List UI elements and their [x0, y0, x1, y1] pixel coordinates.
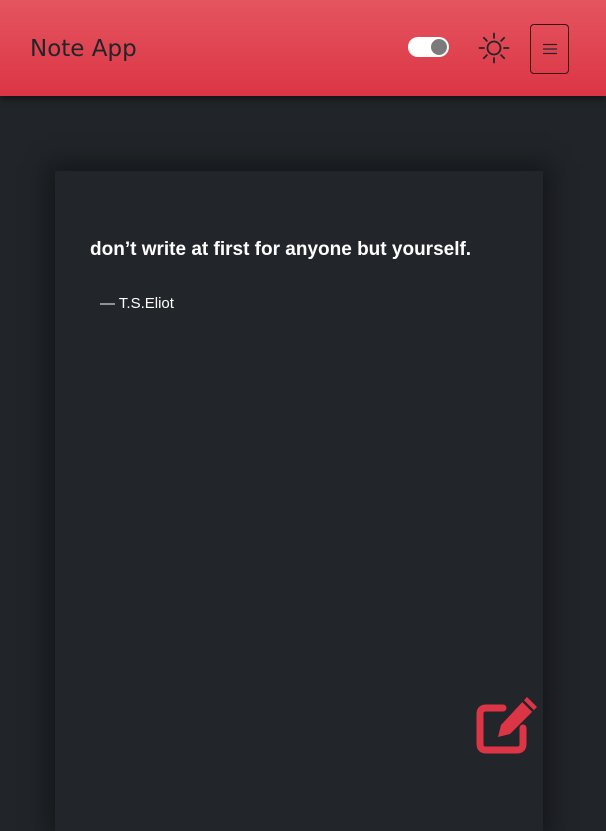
- note-card: don’t write at first for anyone but your…: [55, 171, 543, 831]
- edit-icon[interactable]: [476, 694, 540, 756]
- toggle-knob: [431, 39, 447, 55]
- hamburger-icon: [542, 43, 557, 55]
- brand-title[interactable]: Note App: [30, 34, 137, 64]
- note-quote: don’t write at first for anyone but your…: [90, 239, 472, 260]
- navbar: Note App: [0, 0, 606, 96]
- menu-button[interactable]: [530, 24, 569, 74]
- note-author: — T.S.Eliot: [100, 295, 174, 312]
- theme-toggle[interactable]: [408, 37, 449, 57]
- sun-icon[interactable]: [478, 32, 510, 64]
